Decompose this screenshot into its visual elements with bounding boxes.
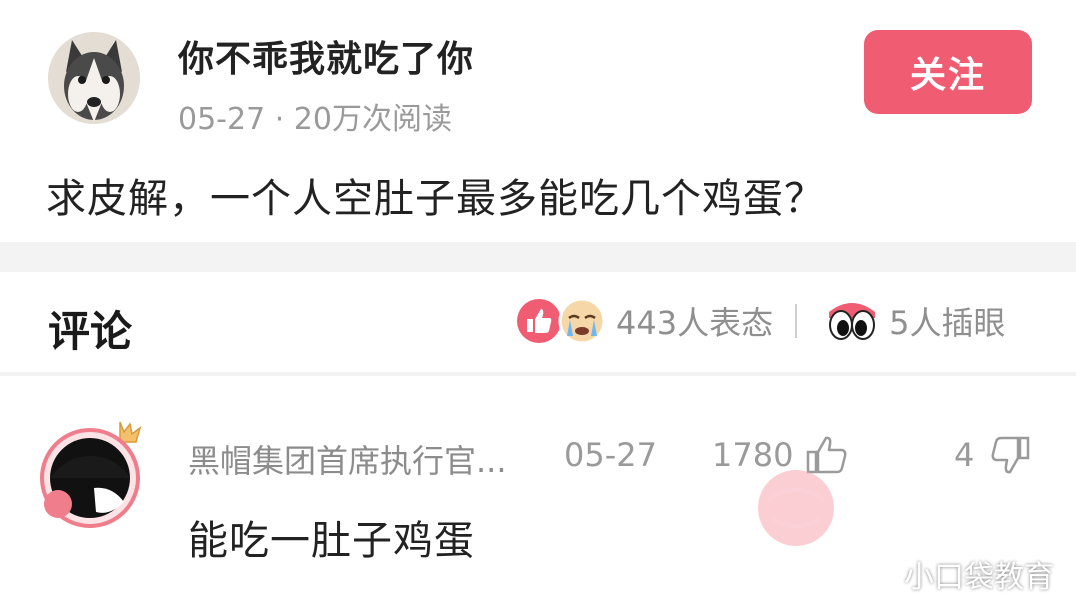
commenter-name[interactable]: 黑帽集团首席执行官... — [188, 436, 507, 482]
husky-avatar-icon — [48, 32, 140, 124]
post-card: 你不乖我就吃了你 05-27 · 20万次阅读 关注 求皮解，一个人空肚子最多能… — [0, 0, 1076, 242]
thumbs-down-outline-icon — [991, 436, 1030, 474]
watermark-text: 小口袋教育 — [904, 560, 1054, 595]
big-eyes-icon — [829, 303, 876, 340]
post-text: 求皮解，一个人空肚子最多能吃几个鸡蛋？ — [46, 176, 825, 222]
commenter-avatar[interactable] — [36, 416, 152, 532]
post-author-name[interactable]: 你不乖我就吃了你 — [178, 30, 474, 82]
comments-title: 评论 — [48, 307, 133, 356]
post-views: 20万次阅读 — [293, 102, 452, 137]
crying-face-icon — [558, 297, 606, 345]
post-meta: 05-27 · 20万次阅读 — [178, 94, 452, 138]
eye-count: 5人插眼 — [889, 304, 1006, 342]
summary-separator — [795, 304, 798, 338]
crowned-avatar-icon — [40, 421, 142, 528]
reaction-summary[interactable]: 443人表态 5人插眼 — [514, 296, 1005, 346]
reaction-count: 443人表态 — [616, 304, 774, 342]
dislike-button[interactable] — [990, 432, 1032, 478]
pink-stamp-icon — [758, 470, 834, 546]
meta-separator: · — [265, 102, 294, 137]
comments-header: 评论 443人表态 5人插眼 — [0, 272, 1076, 372]
comment-date: 05-27 — [564, 436, 657, 474]
follow-button[interactable]: 关注 — [864, 30, 1032, 114]
section-divider — [0, 242, 1076, 272]
post-date: 05-27 — [178, 102, 266, 137]
dislike-count: 4 — [954, 436, 975, 474]
comments-list: 黑帽集团首席执行官... 05-27 1780 4 能吃一肚子鸡蛋 小口袋教育 — [0, 376, 1076, 605]
comment-text: 能吃一肚子鸡蛋 — [188, 518, 475, 564]
avatar[interactable] — [48, 32, 140, 124]
